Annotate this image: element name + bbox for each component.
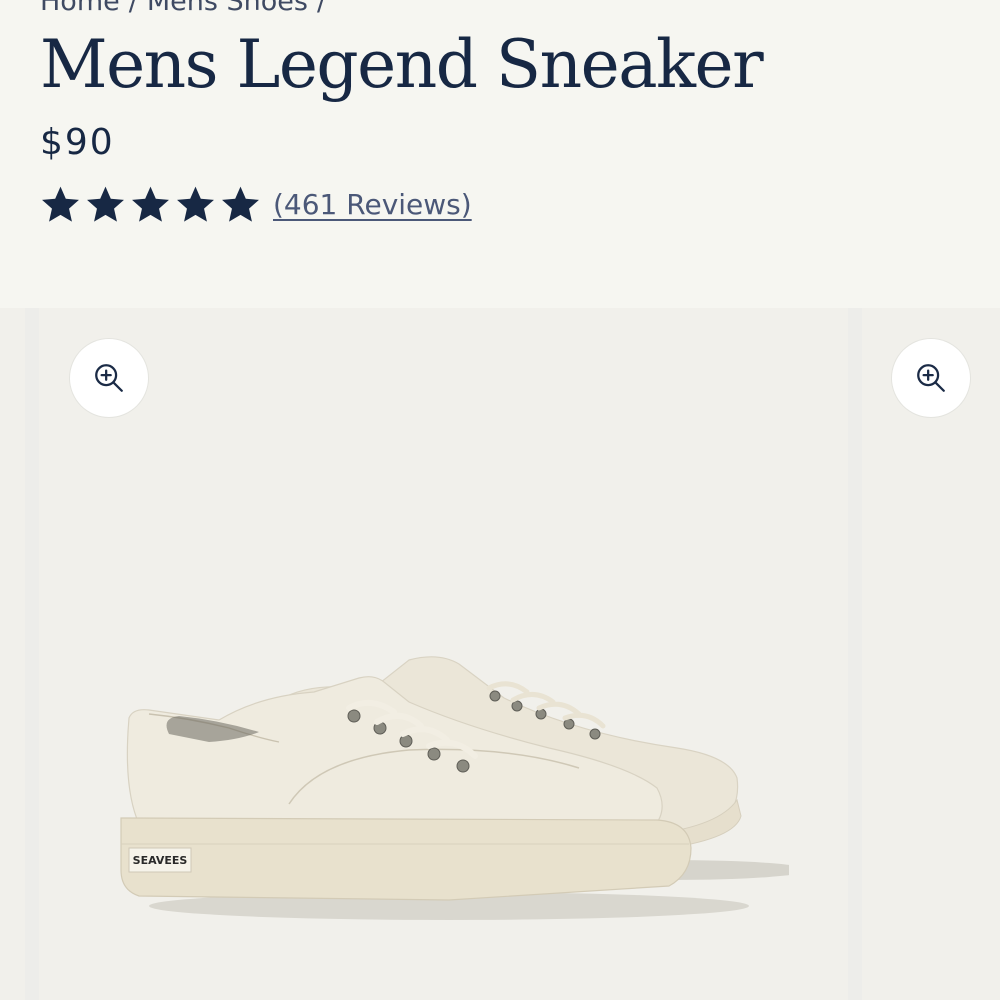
star-icon	[177, 186, 214, 222]
zoom-in-icon	[95, 364, 123, 392]
star-icon	[42, 186, 79, 222]
product-gallery[interactable]: SEAVEES	[0, 308, 1000, 1000]
reviews-link[interactable]: (461 Reviews)	[273, 188, 472, 221]
product-rating: (461 Reviews)	[40, 184, 472, 225]
product-price: $90	[40, 122, 115, 163]
breadcrumb-home-link[interactable]: Home	[40, 0, 120, 17]
breadcrumb-mens-shoes-link[interactable]: Mens Shoes	[147, 0, 308, 17]
star-icon	[222, 186, 259, 222]
star-icon	[87, 186, 124, 222]
brand-label: SEAVEES	[133, 854, 188, 867]
breadcrumb-separator: /	[316, 0, 327, 17]
product-page: Home / Mens Shoes / Mens Legend Sneaker …	[0, 0, 1000, 1000]
gallery-slide-previous[interactable]	[0, 308, 25, 1000]
product-title: Mens Legend Sneaker	[40, 26, 764, 103]
zoom-button[interactable]	[70, 339, 148, 417]
gallery-slide-current[interactable]: SEAVEES	[39, 308, 848, 1000]
star-icon	[132, 186, 169, 222]
gallery-slide-next[interactable]	[862, 308, 1000, 1000]
breadcrumb-separator: /	[128, 0, 138, 17]
star-rating	[40, 184, 261, 225]
breadcrumb: Home / Mens Shoes /	[40, 0, 326, 17]
zoom-button[interactable]	[892, 339, 970, 417]
zoom-in-icon	[917, 364, 945, 392]
sneaker-image: SEAVEES	[120, 656, 789, 920]
